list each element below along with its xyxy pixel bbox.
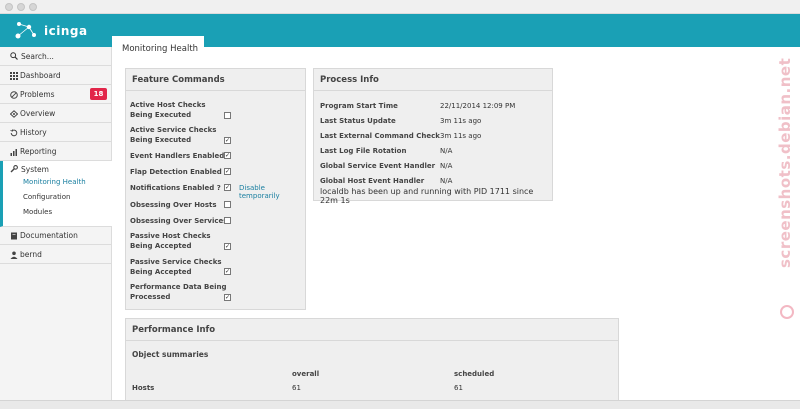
feature-label: Active Host Checks Being Executed (130, 101, 206, 119)
logo-text: icinga (44, 24, 88, 38)
feature-commands-panel: Feature Commands Active Host Checks Being… (125, 68, 306, 310)
sidebar-item-user[interactable]: bernd (0, 245, 112, 264)
process-info-label: Last Log File Rotation (320, 147, 407, 155)
feature-label: Passive Service Checks Being Accepted (130, 258, 222, 276)
tab-monitoring-health[interactable]: Monitoring Health (112, 36, 204, 61)
process-status-text: localdb has been up and running with PID… (320, 187, 534, 205)
sidebar-item-overview[interactable]: Overview (0, 104, 112, 123)
feature-label: Passive Host Checks Being Accepted (130, 232, 211, 250)
dashboard-icon (10, 72, 18, 80)
history-icon (10, 129, 18, 137)
problems-count-badge: 18 (90, 88, 107, 100)
process-info-value: N/A (440, 162, 453, 170)
feature-label: Obsessing Over Hosts (130, 201, 217, 209)
window-minimize-dot[interactable] (17, 3, 25, 11)
process-info-panel: Process Info Program Start Time 22/11/20… (313, 68, 553, 205)
window-titlebar (0, 0, 800, 14)
feature-checkbox-active-service-checks[interactable]: ✓ (224, 137, 231, 144)
sidebar-item-label: Problems (20, 90, 55, 99)
disable-temporarily-link[interactable]: Disable temporarily (239, 184, 305, 200)
wrench-icon (10, 165, 18, 173)
feature-checkbox-passive-host-checks[interactable]: ✓ (224, 243, 231, 250)
performance-info-title: Performance Info (132, 325, 216, 335)
app-header: icinga Monitoring Health (0, 14, 800, 61)
sidebar-item-dashboard[interactable]: Dashboard (0, 66, 112, 85)
feature-checkbox-obsessing-hosts[interactable] (224, 201, 231, 208)
sidebar-subitem-configuration[interactable]: Configuration (23, 193, 70, 201)
window-zoom-dot[interactable] (29, 3, 37, 11)
process-info-label: Last External Command Check (320, 132, 440, 140)
sidebar-item-documentation[interactable]: Documentation (0, 226, 112, 245)
search-icon (10, 52, 18, 60)
sidebar-item-history[interactable]: History (0, 123, 112, 142)
process-info-value: N/A (440, 177, 453, 185)
hosts-overall-value: 61 (292, 384, 301, 392)
divider (126, 340, 618, 341)
hosts-scheduled-value: 61 (454, 384, 463, 392)
feature-label: Performance Data Being Processed (130, 283, 227, 301)
divider (314, 90, 552, 91)
problems-icon (10, 91, 18, 99)
divider (126, 90, 305, 91)
window-close-dot[interactable] (5, 3, 13, 11)
watermark-logo-icon (780, 305, 794, 319)
performance-info-panel: Performance Info Object summaries overal… (125, 318, 619, 400)
feature-checkbox-performance-data[interactable]: ✓ (224, 294, 231, 301)
search-input[interactable]: Search... (0, 47, 112, 66)
overview-icon (10, 110, 18, 118)
feature-checkbox-active-host-checks[interactable] (224, 112, 231, 119)
sidebar-item-system[interactable]: System Monitoring Health Configuration M… (0, 161, 112, 227)
feature-label: Event Handlers Enabled (130, 152, 225, 160)
feature-checkbox-flap-detection[interactable]: ✓ (224, 168, 231, 175)
feature-checkbox-obsessing-services[interactable] (224, 217, 231, 224)
watermark-text: screenshots.debian.net (776, 57, 794, 268)
feature-checkbox-notifications[interactable]: ✓ (224, 184, 231, 191)
sidebar-item-problems[interactable]: Problems 18 (0, 85, 112, 104)
process-info-label: Global Host Event Handler (320, 177, 425, 185)
icinga-logo-mark (15, 22, 36, 39)
sidebar-item-label: History (20, 128, 47, 137)
process-info-label: Global Service Event Handler (320, 162, 436, 170)
process-info-label: Program Start Time (320, 102, 398, 110)
sidebar-item-label: System (21, 165, 49, 174)
sidebar-item-label: Reporting (20, 147, 57, 156)
sidebar-item-label: Documentation (20, 231, 78, 240)
sidebar-item-label: Overview (20, 109, 56, 118)
process-info-label: Last Status Update (320, 117, 396, 125)
feature-label: Flap Detection Enabled (130, 168, 222, 176)
object-summaries-heading: Object summaries (132, 350, 209, 359)
feature-commands-title: Feature Commands (132, 75, 225, 85)
sidebar-subitem-modules[interactable]: Modules (23, 208, 52, 216)
icinga-logo[interactable]: icinga (14, 21, 104, 41)
process-info-title: Process Info (320, 75, 379, 85)
row-label-hosts: Hosts (132, 384, 155, 392)
process-info-value: 22/11/2014 12:09 PM (440, 102, 516, 110)
feature-label: Obsessing Over Services (130, 217, 228, 225)
process-info-value: N/A (440, 147, 453, 155)
sidebar-item-label: Dashboard (20, 71, 61, 80)
feature-checkbox-event-handlers[interactable]: ✓ (224, 152, 231, 159)
window-bottom-bar (0, 400, 800, 409)
sidebar: Search... Dashboard Problems 18 Overview… (0, 47, 112, 400)
column-header-scheduled: scheduled (454, 370, 495, 378)
sidebar-subitem-monitoring-health[interactable]: Monitoring Health (23, 178, 86, 186)
sidebar-item-reporting[interactable]: Reporting (0, 142, 112, 161)
process-info-value: 3m 11s ago (440, 132, 482, 140)
book-icon (11, 232, 17, 240)
column-header-overall: overall (292, 370, 320, 378)
sidebar-item-label: bernd (20, 250, 42, 259)
process-info-value: 3m 11s ago (440, 117, 482, 125)
reporting-icon (10, 149, 17, 156)
search-placeholder: Search... (21, 52, 54, 61)
user-icon (10, 251, 18, 259)
feature-label: Active Service Checks Being Executed (130, 126, 217, 144)
feature-label: Notifications Enabled ? (130, 184, 221, 192)
feature-checkbox-passive-service-checks[interactable]: ✓ (224, 268, 231, 275)
